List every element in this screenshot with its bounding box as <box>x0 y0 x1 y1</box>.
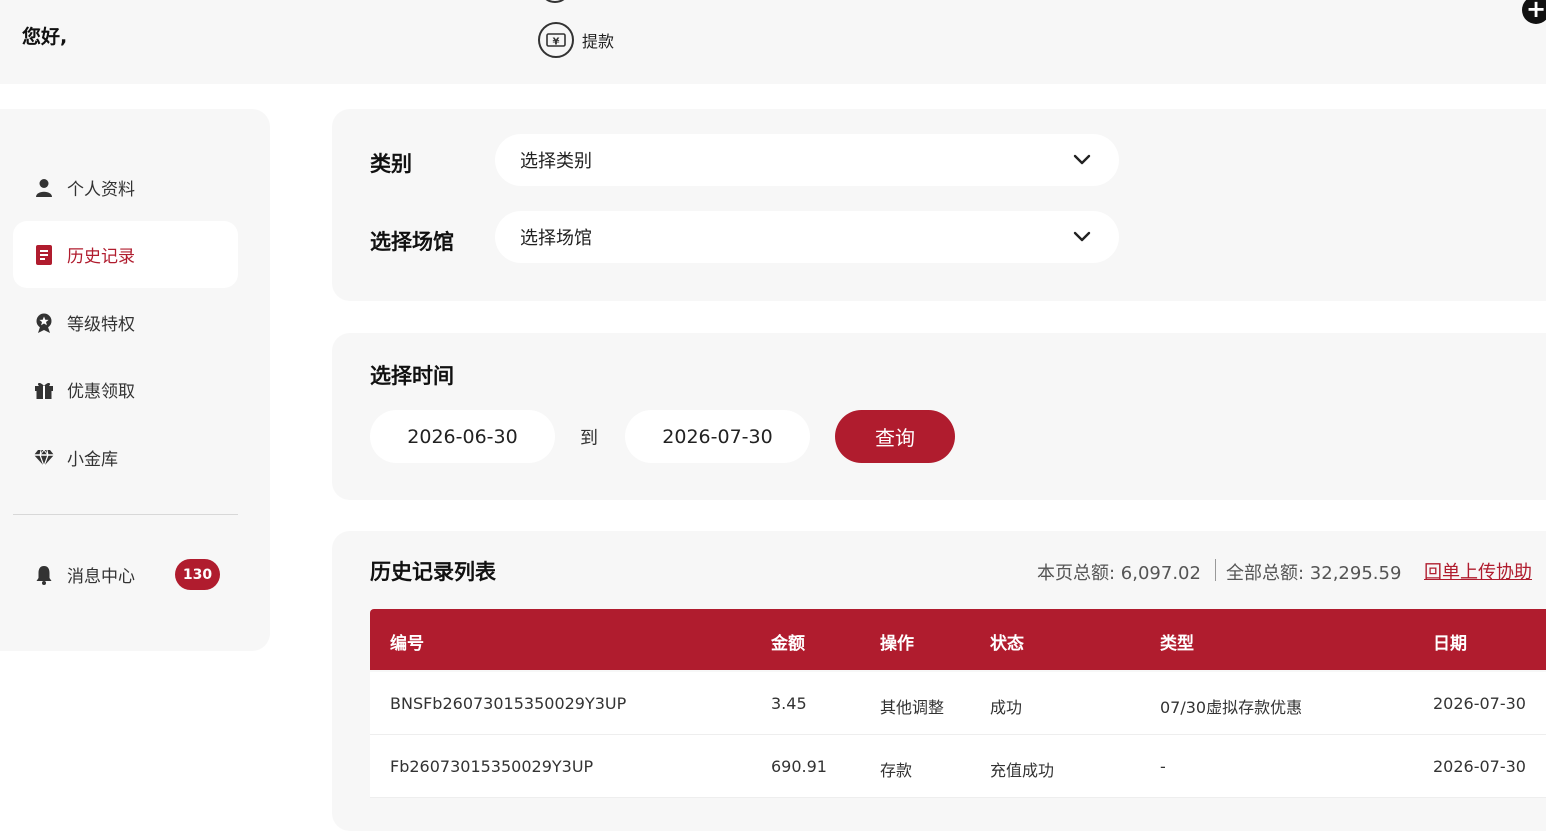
cell-date: 2026-07-30 <box>1433 757 1526 776</box>
diamond-icon <box>33 447 55 469</box>
column-header-amount: 金额 <box>771 634 805 654</box>
sidebar-item-label: 个人资料 <box>67 180 135 200</box>
cell-amount: 690.91 <box>771 757 827 776</box>
table-row: Fb26073015350029Y3UP 690.91 存款 充值成功 - 20… <box>370 735 1546 798</box>
venue-select-value: 选择场馆 <box>520 228 592 249</box>
medal-icon <box>33 312 55 334</box>
sidebar-item-vip[interactable]: 等级特权 <box>13 289 238 356</box>
start-date-input[interactable]: 2026-06-30 <box>370 410 555 463</box>
svg-text:¥: ¥ <box>553 37 560 48</box>
history-list-title: 历史记录列表 <box>370 560 496 584</box>
gift-icon <box>33 379 55 401</box>
receipt-upload-link[interactable]: 回单上传协助 <box>1424 558 1532 584</box>
column-header-id: 编号 <box>390 634 424 654</box>
sidebar-item-label: 历史记录 <box>67 247 135 267</box>
withdraw-label: 提款 <box>582 32 615 51</box>
cell-type: - <box>1160 757 1166 776</box>
sidebar-item-label: 等级特权 <box>67 315 135 335</box>
column-header-status: 状态 <box>990 634 1024 654</box>
sidebar-item-promotions[interactable]: 优惠领取 <box>13 356 238 423</box>
bell-icon <box>33 564 55 586</box>
venue-select[interactable]: 选择场馆 <box>495 211 1119 263</box>
user-icon <box>33 177 55 199</box>
sidebar-item-profile[interactable]: 个人资料 <box>13 154 238 221</box>
table-header: 编号 金额 操作 状态 类型 日期 <box>370 609 1546 670</box>
document-icon <box>33 244 55 266</box>
plus-icon[interactable]: + <box>1522 0 1546 24</box>
cell-id: BNSFb26073015350029Y3UP <box>390 694 627 713</box>
sidebar-item-label: 消息中心 <box>67 567 135 587</box>
table-row: BNSFb26073015350029Y3UP 3.45 其他调整 成功 07/… <box>370 672 1546 735</box>
withdraw-button[interactable]: ¥ 提款 <box>538 22 614 58</box>
cell-amount: 3.45 <box>771 694 807 713</box>
date-range-separator: 到 <box>580 428 598 449</box>
column-header-type: 类型 <box>1160 634 1194 654</box>
all-total: 全部总额: 32,295.59 <box>1226 563 1402 584</box>
sidebar-item-label: 小金库 <box>67 450 118 470</box>
sidebar-divider <box>13 514 238 515</box>
cell-date: 2026-07-30 <box>1433 694 1526 713</box>
chevron-down-icon <box>1073 151 1091 170</box>
greeting-text: 您好, <box>22 26 68 48</box>
column-header-date: 日期 <box>1433 634 1467 654</box>
category-select-value: 选择类别 <box>520 151 592 172</box>
cell-status: 充值成功 <box>990 761 1055 780</box>
end-date-input[interactable]: 2026-07-30 <box>625 410 810 463</box>
venue-label: 选择场馆 <box>370 230 454 254</box>
category-label: 类别 <box>370 152 412 176</box>
sidebar-item-label: 优惠领取 <box>67 382 135 402</box>
cell-operation: 其他调整 <box>880 698 945 717</box>
cell-operation: 存款 <box>880 761 913 780</box>
message-count-badge: 130 <box>175 559 220 590</box>
cell-id: Fb26073015350029Y3UP <box>390 757 594 776</box>
category-select[interactable]: 选择类别 <box>495 134 1119 186</box>
totals-divider <box>1215 559 1216 581</box>
time-label: 选择时间 <box>370 364 454 388</box>
sidebar-item-history[interactable]: 历史记录 <box>13 221 238 288</box>
chevron-down-icon <box>1073 228 1091 247</box>
withdraw-icon: ¥ <box>538 22 574 58</box>
sidebar-item-vault[interactable]: 小金库 <box>13 424 238 491</box>
column-header-operation: 操作 <box>880 634 914 654</box>
top-bar <box>0 0 1546 84</box>
cell-status: 成功 <box>990 698 1023 717</box>
page-total: 本页总额: 6,097.02 <box>1037 563 1201 584</box>
cell-type: 07/30虚拟存款优惠 <box>1160 698 1303 717</box>
query-button[interactable]: 查询 <box>835 410 955 463</box>
